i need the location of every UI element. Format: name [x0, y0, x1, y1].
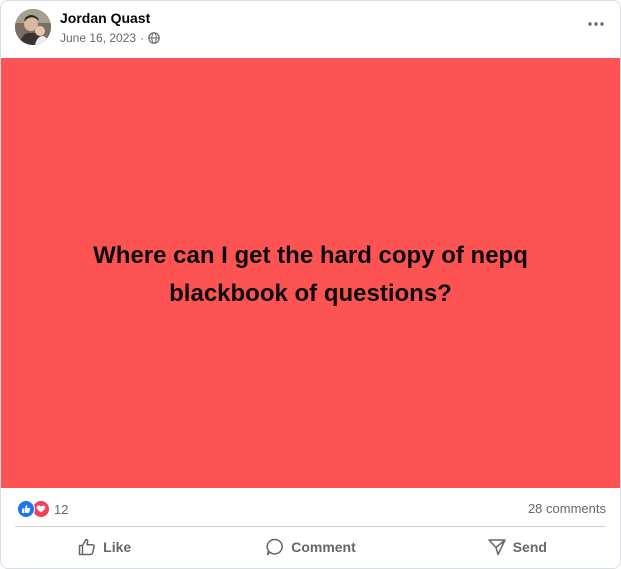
comment-button[interactable]: Comment	[207, 527, 413, 567]
send-label: Send	[512, 539, 547, 555]
post-card: Jordan Quast June 16, 2023 · Where can I…	[0, 0, 621, 569]
meta-separator: ·	[140, 31, 145, 45]
comment-icon	[266, 538, 284, 556]
author-name[interactable]: Jordan Quast	[60, 10, 150, 26]
reaction-count: 12	[54, 501, 69, 517]
post-meta: June 16, 2023 ·	[60, 31, 160, 45]
reactions-summary[interactable]: 12	[17, 500, 68, 518]
thumbs-up-outline-icon	[78, 538, 96, 556]
post-content-text: Where can I get the hard copy of nepq bl…	[93, 242, 528, 307]
post-content-background[interactable]: Where can I get the hard copy of nepq bl…	[1, 58, 620, 488]
more-horizontal-icon[interactable]	[586, 14, 606, 34]
post-date[interactable]: June 16, 2023	[60, 31, 136, 45]
post-header: Jordan Quast June 16, 2023 ·	[1, 1, 620, 57]
avatar-image	[15, 9, 51, 45]
send-button[interactable]: Send	[414, 527, 620, 567]
send-icon	[487, 539, 506, 556]
globe-icon[interactable]	[148, 32, 160, 44]
avatar[interactable]	[15, 9, 51, 45]
like-button[interactable]: Like	[1, 527, 207, 567]
thumbs-up-icon	[17, 500, 35, 518]
comment-label: Comment	[291, 539, 356, 555]
post-stats: 12 28 comments	[1, 488, 620, 526]
comments-count[interactable]: 28 comments	[528, 501, 606, 516]
like-label: Like	[103, 539, 132, 555]
post-actions: Like Comment Send	[1, 527, 620, 567]
